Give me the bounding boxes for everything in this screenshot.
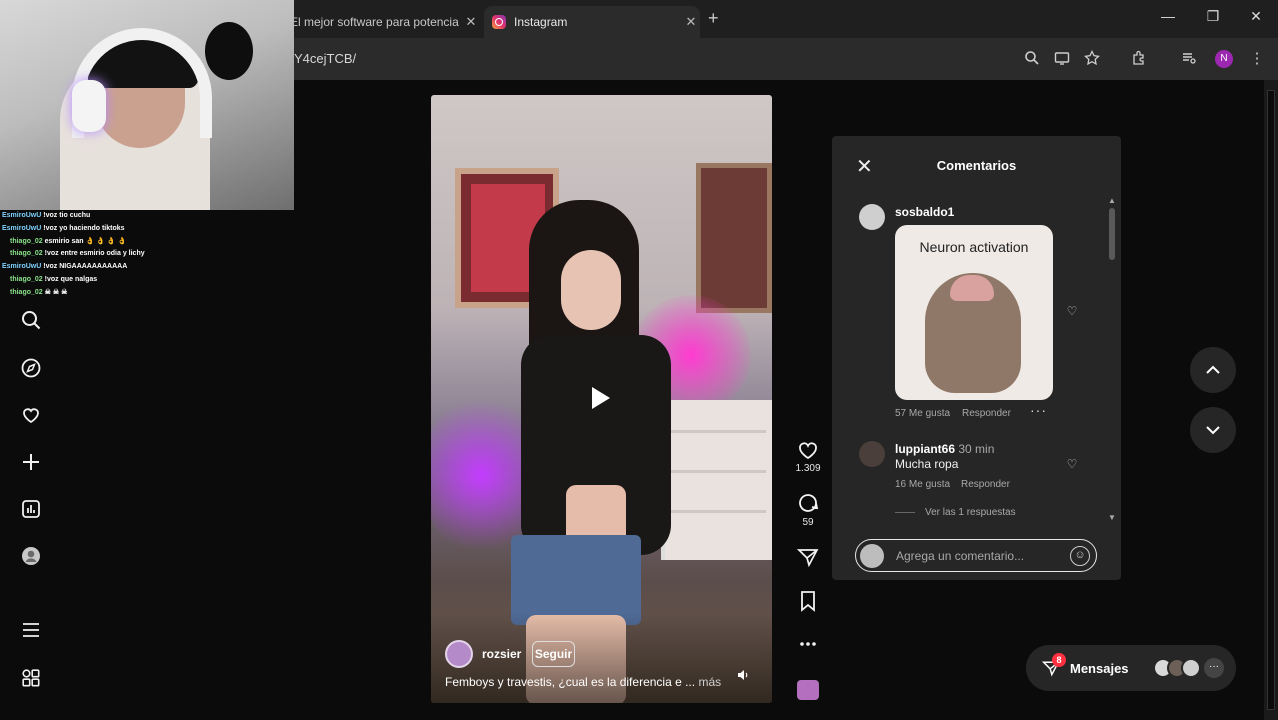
create-plus-icon[interactable] [20, 451, 42, 473]
chat-line: thiago_02 !voz entre esmirio odia y lich… [10, 250, 145, 258]
cast-icon[interactable] [1053, 50, 1071, 68]
tab-instagram[interactable]: Instagram ✕ [484, 6, 700, 38]
explore-compass-icon[interactable] [20, 357, 42, 379]
caption-more-link[interactable]: más [698, 675, 721, 689]
commenter-avatar[interactable] [859, 204, 885, 230]
comment-image[interactable]: Neuron activation [895, 225, 1053, 400]
comment-header: luppiant66 30 min [895, 442, 994, 456]
headset-earcup [72, 80, 106, 132]
comments-panel: ✕ Comentarios sosbaldo1 Neuron activatio… [832, 136, 1121, 580]
next-reel-button[interactable] [1190, 407, 1236, 453]
comment-time: 30 min [958, 442, 995, 456]
brain-image [950, 275, 994, 301]
reply-button[interactable]: Responder [961, 479, 1010, 490]
save-bookmark-icon[interactable] [797, 590, 819, 617]
unread-badge: 8 [1052, 653, 1066, 667]
comment-like-heart-icon[interactable]: ♡ [1065, 304, 1079, 318]
comments-scrollbar[interactable]: ▲ ▼ [1108, 196, 1116, 522]
new-tab-button[interactable]: + [708, 8, 719, 29]
audio-thumbnail[interactable] [797, 680, 819, 700]
recent-chats-avatars [1153, 658, 1201, 683]
extensions-icon[interactable] [1130, 50, 1148, 68]
maximize-button[interactable]: ❐ [1203, 8, 1223, 25]
profile-avatar[interactable]: N [1215, 50, 1233, 68]
reel-video[interactable]: rozsier Seguir Femboys y travestis, ¿cua… [431, 95, 772, 703]
shelf [661, 400, 772, 560]
previous-reel-button[interactable] [1190, 347, 1236, 393]
avatar [1181, 658, 1201, 678]
messages-label: Mensajes [1070, 661, 1129, 676]
more-chats-icon: ··· [1204, 658, 1224, 678]
stream-chat: EsmiroUwU !voz tio cuchu EsmiroUwU !voz … [0, 210, 160, 300]
dashboard-chart-icon[interactable] [20, 498, 42, 520]
share-paperplane-icon[interactable] [796, 546, 819, 573]
wall-poster [696, 163, 772, 313]
minimize-button[interactable]: — [1158, 8, 1178, 24]
comment-bubble-icon[interactable] [797, 492, 819, 519]
comment-like-heart-icon[interactable]: ♡ [1065, 457, 1079, 471]
emoji-icon[interactable]: ☺ [1070, 546, 1090, 566]
current-user-avatar [860, 544, 884, 568]
messages-button[interactable]: 8 Mensajes ··· [1026, 645, 1236, 691]
tab-software[interactable]: El mejor software para potencia ✕ [290, 6, 480, 38]
webcam-overlay [0, 0, 294, 210]
instagram-favicon-icon [492, 15, 506, 29]
comment-username[interactable]: luppiant66 [895, 442, 955, 456]
page-scrollbar[interactable] [1264, 80, 1278, 720]
comments-title: Comentarios [936, 158, 1017, 173]
like-heart-icon[interactable] [797, 439, 819, 466]
bookmark-star-icon[interactable] [1083, 49, 1101, 68]
like-count: 1.309 [795, 463, 821, 474]
chat-line: thiago_02 !voz que nalgas [10, 275, 98, 283]
author-avatar[interactable] [445, 640, 473, 668]
tab-title: Instagram [514, 15, 568, 29]
comment-likes[interactable]: 57 Me gusta [895, 408, 950, 419]
view-replies-link[interactable]: Ver las 1 respuestas [895, 507, 1016, 518]
comment-input-container: ☺ [855, 539, 1097, 572]
address-bar[interactable]: Y4cejTCB/ [294, 51, 356, 66]
tab-title: El mejor software para potencia [290, 15, 459, 29]
tab-close-icon[interactable]: ✕ [462, 14, 480, 30]
comment-input[interactable] [896, 547, 1056, 565]
chat-line: EsmiroUwU !voz NIGAAAAAAAAAAA [2, 263, 128, 271]
comment-count: 59 [802, 517, 814, 528]
comment-more-icon[interactable]: ··· [1030, 402, 1047, 418]
follow-button[interactable]: Seguir [532, 641, 575, 667]
window-close-button[interactable]: ✕ [1246, 8, 1266, 25]
volume-icon[interactable] [737, 669, 749, 684]
more-menu-icon[interactable] [20, 619, 42, 641]
apps-grid-icon[interactable] [20, 667, 42, 689]
commenter-avatar[interactable] [859, 441, 885, 467]
chat-line: thiago_02 esmirio san 👌 👌 👌 👌 [10, 237, 127, 245]
more-options-icon[interactable] [797, 636, 819, 657]
zoom-icon[interactable] [1023, 50, 1041, 68]
profile-icon[interactable] [20, 545, 42, 567]
comment-likes[interactable]: 16 Me gusta [895, 479, 950, 490]
chat-line: EsmiroUwU !voz yo haciendo tiktoks [2, 224, 125, 232]
person-shorts [511, 535, 641, 625]
tab-close-icon[interactable]: ✕ [682, 14, 700, 30]
play-icon[interactable] [592, 387, 610, 409]
author-username[interactable]: rozsier [482, 647, 521, 661]
chat-line: thiago_02 ☠ ☠ ☠ [10, 288, 68, 296]
menu-kebab-icon[interactable]: ⋮ [1248, 50, 1266, 68]
reply-button[interactable]: Responder [962, 408, 1011, 419]
search-icon[interactable] [20, 309, 42, 331]
comment-username[interactable]: sosbaldo1 [895, 205, 954, 219]
notifications-heart-icon[interactable] [20, 404, 42, 426]
person-face [561, 250, 621, 330]
wall-record-decoration [205, 22, 253, 80]
comment-text: Mucha ropa [895, 457, 959, 471]
post-caption[interactable]: Femboys y travestis, ¿cual es la diferen… [445, 675, 721, 689]
media-controls-icon[interactable] [1180, 50, 1198, 68]
chat-line: EsmiroUwU !voz tio cuchu [2, 212, 91, 219]
